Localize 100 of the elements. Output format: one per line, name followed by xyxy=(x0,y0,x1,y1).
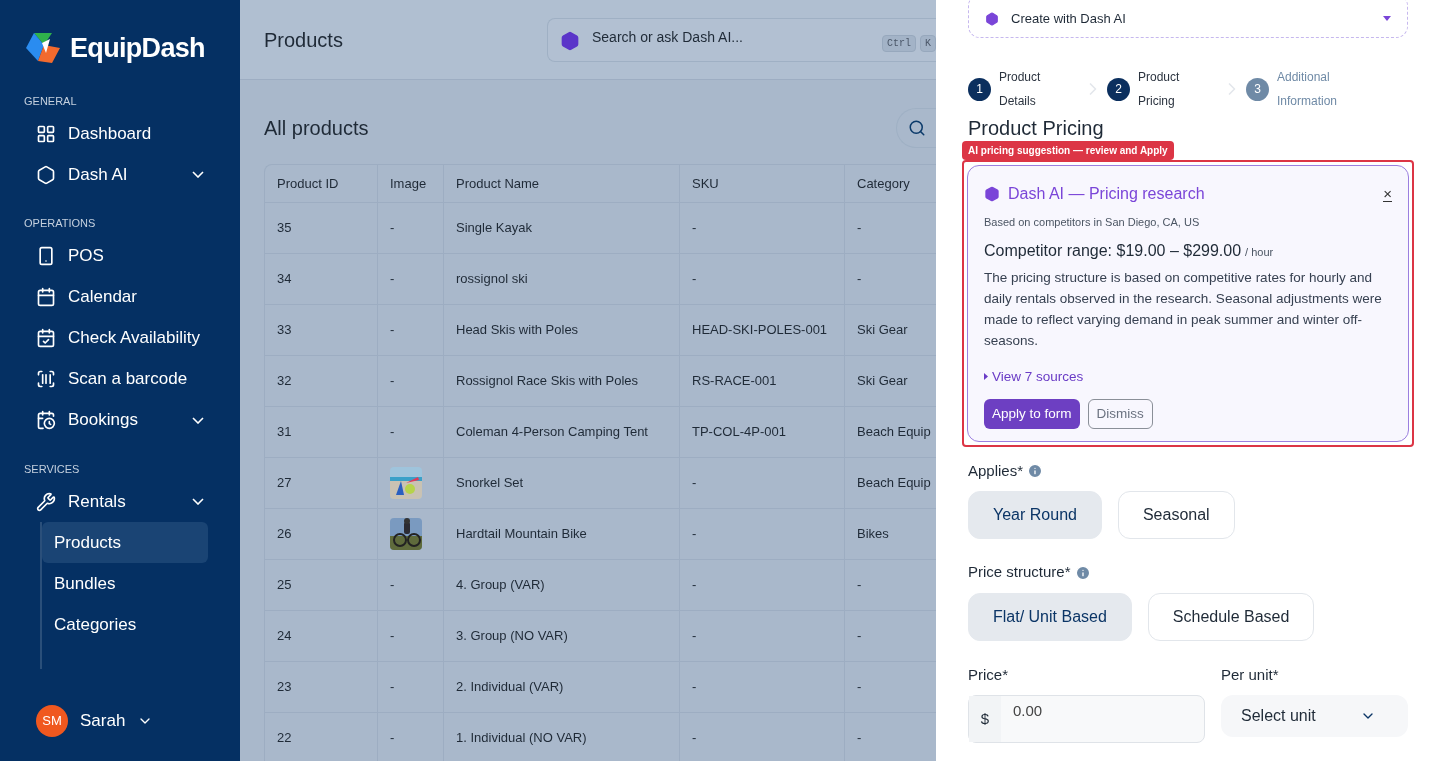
column-header: Image xyxy=(378,165,444,202)
sidebar-item[interactable]: POS xyxy=(0,235,240,277)
table-cell-text: - xyxy=(390,423,395,442)
sidebar-item[interactable]: Calendar xyxy=(0,276,240,318)
field-label: Per unit* xyxy=(1221,665,1279,683)
table-cell-text: Beach Equip xyxy=(856,423,932,442)
table-cell: Rossignol Race Skis with Poles xyxy=(444,356,680,406)
calendar-check-icon xyxy=(36,328,56,348)
logo-icon xyxy=(24,31,62,66)
chevron-icon xyxy=(192,171,204,178)
wrench-icon xyxy=(36,491,56,512)
step-label: Product Pricing xyxy=(1138,69,1181,110)
step-number: 3 xyxy=(1246,77,1269,101)
table-cell: - xyxy=(680,509,845,559)
card-title: Dash AI — Pricing research xyxy=(1008,184,1206,204)
hexagon-icon xyxy=(36,164,56,185)
chevron-icon xyxy=(192,416,204,424)
sidebar-subitem[interactable]: Categories xyxy=(42,604,208,645)
chevron-icon xyxy=(192,498,204,505)
table-cell: - xyxy=(680,203,845,253)
sources-link[interactable]: View 7 sources xyxy=(984,366,1084,387)
range-unit: / hour xyxy=(1245,244,1274,260)
table-cell-text: Bikes xyxy=(856,525,890,544)
sidebar-item[interactable]: Scan a barcode xyxy=(0,358,240,400)
table-cell-text: - xyxy=(390,729,395,748)
info-icon xyxy=(1074,564,1091,581)
apply-button[interactable]: Apply to form xyxy=(984,398,1080,429)
table-cell-text: - xyxy=(390,678,395,697)
table-cell: 24 xyxy=(265,611,378,661)
grid-icon xyxy=(36,123,56,144)
table-cell: - xyxy=(680,254,845,304)
location-text: Based on competitors in San Diego, CA, US xyxy=(984,215,1201,230)
dismiss-button[interactable]: Dismiss xyxy=(1087,398,1153,429)
table-cell-text: - xyxy=(390,576,395,595)
table-cell: RS-RACE-001 xyxy=(680,356,845,406)
table-cell: - xyxy=(680,713,845,761)
unit-select[interactable]: Select unit xyxy=(1221,694,1408,737)
phone-icon xyxy=(36,246,56,266)
sidebar-item[interactable]: Rentals xyxy=(0,481,240,522)
option-toggle[interactable]: Year Round xyxy=(968,491,1102,540)
sidebar-subitem[interactable]: Products xyxy=(42,522,208,563)
calendar-clock-icon xyxy=(36,410,56,430)
shortcut-key: K xyxy=(920,34,936,52)
step-label: Additional Information xyxy=(1277,69,1339,110)
table-cell: 1. Individual (NO VAR) xyxy=(444,713,680,761)
section-heading: SERVICES xyxy=(23,461,81,477)
sidebar-item[interactable]: Dash AI xyxy=(0,154,240,195)
table-cell: - xyxy=(680,560,845,610)
table-cell: Head Skis with Poles xyxy=(444,305,680,355)
table-cell: - xyxy=(680,662,845,712)
search-field[interactable]: Search or ask Dash AI... Ctrl K xyxy=(547,17,936,62)
table-cell: 4. Group (VAR) xyxy=(444,560,680,610)
barcode-icon xyxy=(36,369,56,389)
table-cell-text: - xyxy=(390,219,395,238)
sidebar-item[interactable]: Bookings xyxy=(0,399,240,441)
card-body: The pricing structure is based on competitive rates for hourly and daily rentals observed in the research. Seasonal adjustments were made to reflect varying demand in peak summer and winter off-seasons. xyxy=(984,268,1383,350)
section-title: All products xyxy=(264,116,369,141)
table-cell: 2. Individual (VAR) xyxy=(444,662,680,712)
table-cell-text: - xyxy=(390,270,395,289)
step-label: Product Details xyxy=(999,69,1042,110)
table-cell-text: - xyxy=(856,270,863,289)
step-number: 1 xyxy=(968,77,991,101)
section-heading: OPERATIONS xyxy=(23,216,97,231)
annotation-label: AI pricing suggestion — review and Apply xyxy=(962,141,1174,160)
option-toggle[interactable]: Flat/ Unit Based xyxy=(968,592,1132,641)
table-cell-text: Beach Equip xyxy=(856,474,932,493)
step-number: 2 xyxy=(1107,77,1130,101)
user-name: Sarah xyxy=(80,710,126,733)
field-label: Price structure* xyxy=(968,562,1071,583)
table-cell: 35 xyxy=(265,203,378,253)
currency-symbol: $ xyxy=(969,695,1001,742)
field-label: Price* xyxy=(968,665,1008,683)
sidebar-item[interactable]: Check Availability xyxy=(0,317,240,359)
table-cell: TP-COL-4P-001 xyxy=(680,407,845,457)
sidebar-item[interactable]: Dashboard xyxy=(0,113,240,154)
table-cell-text: - xyxy=(856,576,863,595)
table-cell: Snorkel Set xyxy=(444,458,680,508)
table-cell: rossignol ski xyxy=(444,254,680,304)
table-cell: 23 xyxy=(265,662,378,712)
price-field[interactable]: $ 0.00 xyxy=(968,694,1205,743)
table-cell: - xyxy=(680,611,845,661)
info-icon xyxy=(1027,463,1044,479)
page-title: Products xyxy=(264,27,344,53)
field-label: Applies* xyxy=(968,460,1024,481)
close-button[interactable]: × xyxy=(1383,186,1392,202)
option-toggle[interactable]: Seasonal xyxy=(1117,491,1235,540)
table-cell: 3. Group (NO VAR) xyxy=(444,611,680,661)
table-cell: 31 xyxy=(265,407,378,457)
table-cell-text: - xyxy=(856,219,863,238)
option-toggle[interactable]: Schedule Based xyxy=(1147,592,1315,641)
column-header: SKU xyxy=(680,165,845,202)
sidebar-subitem[interactable]: Bundles xyxy=(42,563,208,604)
shortcut-key: Ctrl xyxy=(881,34,916,52)
brand-name: EquipDash xyxy=(70,32,205,65)
table-cell-text: - xyxy=(856,678,863,697)
table-cell: 22 xyxy=(265,713,378,761)
caret-icon xyxy=(1383,16,1391,21)
caret-icon xyxy=(984,373,988,381)
table-cell: 25 xyxy=(265,560,378,610)
calendar-icon xyxy=(36,287,56,307)
